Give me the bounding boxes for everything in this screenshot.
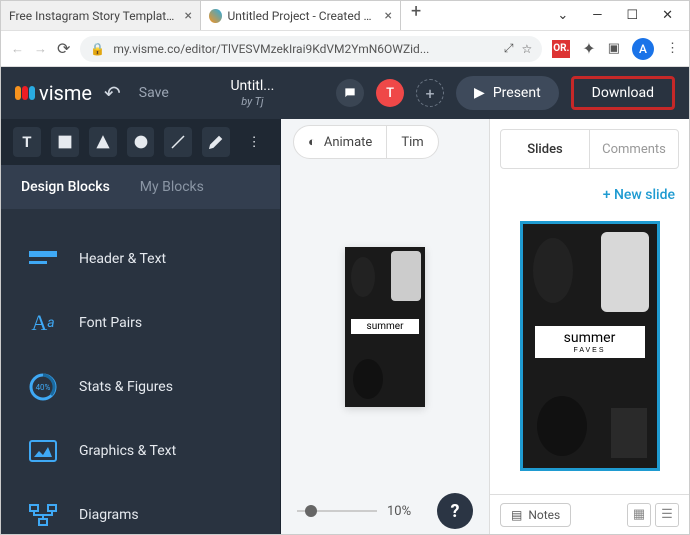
block-label: Stats & Figures xyxy=(79,379,173,395)
browser-titlebar: Free Instagram Story Templates × Untitle… xyxy=(1,1,689,31)
animate-button[interactable]: ◐ Animate xyxy=(294,126,386,158)
add-collaborator-button[interactable]: + xyxy=(416,79,444,107)
present-label: Present xyxy=(493,85,541,101)
download-label: Download xyxy=(592,85,654,101)
right-panel: Slides Comments + New slide summer FAVES xyxy=(489,119,689,534)
back-icon[interactable]: ← xyxy=(11,41,24,57)
block-tabs: Design Blocks My Blocks xyxy=(1,165,280,209)
tab-slides[interactable]: Slides xyxy=(501,130,589,168)
block-stats-figures[interactable]: 40% Stats & Figures xyxy=(1,355,280,419)
close-icon[interactable]: × xyxy=(385,8,392,24)
canvas-area: ◐ Animate Tim summer xyxy=(281,119,489,534)
slide-preview[interactable]: summer xyxy=(345,247,425,407)
block-header-text[interactable]: Header & Text xyxy=(1,227,280,291)
timeline-label: Tim xyxy=(401,135,423,150)
tab-design-blocks[interactable]: Design Blocks xyxy=(21,179,110,195)
close-window-icon[interactable]: ✕ xyxy=(662,8,673,23)
slide-title-label: summer xyxy=(351,319,419,334)
block-diagrams[interactable]: Diagrams xyxy=(1,483,280,534)
zoom-slider[interactable] xyxy=(297,510,377,512)
translate-icon[interactable]: ⤢ xyxy=(504,41,514,56)
menu-icon[interactable]: ⋮ xyxy=(666,41,679,56)
project-title[interactable]: Untitl... by Tj xyxy=(230,78,274,108)
slide-title-label: summer FAVES xyxy=(535,326,645,358)
diagrams-icon xyxy=(25,497,61,533)
animate-icon: ◐ xyxy=(308,134,316,150)
block-list: Header & Text Aa Font Pairs 40% Stats & … xyxy=(1,209,280,534)
browser-tab[interactable]: Untitled Project - Created with V × xyxy=(201,1,401,30)
sidebar: T ⋮ Design Blocks My Blocks Header & Tex… xyxy=(1,119,281,534)
pen-tool[interactable] xyxy=(202,127,230,157)
chevron-down-icon[interactable]: ⌄ xyxy=(557,8,568,23)
browser-tab[interactable]: Free Instagram Story Templates × xyxy=(1,1,201,30)
font-pairs-icon: Aa xyxy=(25,305,61,341)
help-button[interactable]: ? xyxy=(437,493,473,529)
tab-my-blocks[interactable]: My Blocks xyxy=(140,179,204,195)
address-bar: ← → ⟳ 🔒 my.visme.co/editor/TlVESVMzekIra… xyxy=(1,31,689,67)
tab-comments[interactable]: Comments xyxy=(589,130,678,168)
extensions-icon[interactable]: ✦ xyxy=(582,39,595,58)
visme-logo[interactable]: visme xyxy=(15,81,92,105)
stats-icon: 40% xyxy=(25,369,61,405)
url-input[interactable]: 🔒 my.visme.co/editor/TlVESVMzekIrai9KdVM… xyxy=(80,36,542,62)
text-tool[interactable]: T xyxy=(13,127,41,157)
user-avatar[interactable]: T xyxy=(376,79,404,107)
animate-timeline-toggle: ◐ Animate Tim xyxy=(293,125,439,159)
play-icon: ▶ xyxy=(474,85,485,101)
block-label: Graphics & Text xyxy=(79,443,176,459)
rectangle-tool[interactable] xyxy=(51,127,79,157)
block-graphics-text[interactable]: Graphics & Text xyxy=(1,419,280,483)
logo-text: visme xyxy=(39,81,92,105)
new-slide-button[interactable]: + New slide xyxy=(490,179,689,211)
url-text: my.visme.co/editor/TlVESVMzekIrai9KdVM2Y… xyxy=(113,42,496,56)
present-button[interactable]: ▶ Present xyxy=(456,76,559,110)
zoom-value: 10% xyxy=(387,504,411,519)
new-tab-button[interactable]: + xyxy=(401,1,431,30)
animate-label: Animate xyxy=(324,135,372,150)
timeline-button[interactable]: Tim xyxy=(386,126,437,158)
save-button[interactable]: Save xyxy=(139,85,169,101)
block-label: Header & Text xyxy=(79,251,166,267)
app-icon[interactable]: ▣ xyxy=(608,41,620,56)
grid-view-button[interactable]: ▦ xyxy=(627,503,651,527)
circle-tool[interactable] xyxy=(127,127,155,157)
graphics-icon xyxy=(25,433,61,469)
canvas[interactable]: summer xyxy=(281,165,489,488)
header-text-icon xyxy=(25,241,61,277)
star-icon[interactable]: ☆ xyxy=(522,42,533,56)
minimize-icon[interactable]: — xyxy=(592,8,602,23)
reload-icon[interactable]: ⟳ xyxy=(57,39,70,58)
undo-icon[interactable]: ↶ xyxy=(104,81,121,105)
block-label: Font Pairs xyxy=(79,315,142,331)
app-header: visme ↶ Save Untitl... by Tj T + ▶ Prese… xyxy=(1,67,689,119)
notes-icon: ▤ xyxy=(511,508,522,522)
notes-button[interactable]: ▤ Notes xyxy=(500,503,571,527)
notes-label: Notes xyxy=(528,508,560,522)
project-title-text: Untitl... xyxy=(230,78,274,95)
profile-avatar[interactable]: A xyxy=(632,38,654,60)
forward-icon[interactable]: → xyxy=(34,41,47,57)
tool-row: T ⋮ xyxy=(1,119,280,165)
download-button[interactable]: Download xyxy=(571,76,675,110)
block-font-pairs[interactable]: Aa Font Pairs xyxy=(1,291,280,355)
slide-thumbnail[interactable]: summer FAVES xyxy=(520,221,660,471)
line-tool[interactable] xyxy=(164,127,192,157)
list-view-button[interactable]: ☰ xyxy=(655,503,679,527)
extension-icon[interactable]: OR. xyxy=(552,40,570,58)
block-label: Diagrams xyxy=(79,507,139,523)
lock-icon: 🔒 xyxy=(90,42,105,56)
comment-icon[interactable] xyxy=(336,79,364,107)
tab-title: Untitled Project - Created with V xyxy=(228,9,379,23)
visme-favicon xyxy=(209,9,222,23)
tab-title: Free Instagram Story Templates xyxy=(9,9,179,23)
triangle-tool[interactable] xyxy=(89,127,117,157)
close-icon[interactable]: × xyxy=(185,8,192,24)
more-tools-icon[interactable]: ⋮ xyxy=(240,127,268,157)
maximize-icon[interactable]: ☐ xyxy=(626,8,638,23)
project-author: by Tj xyxy=(230,95,274,108)
